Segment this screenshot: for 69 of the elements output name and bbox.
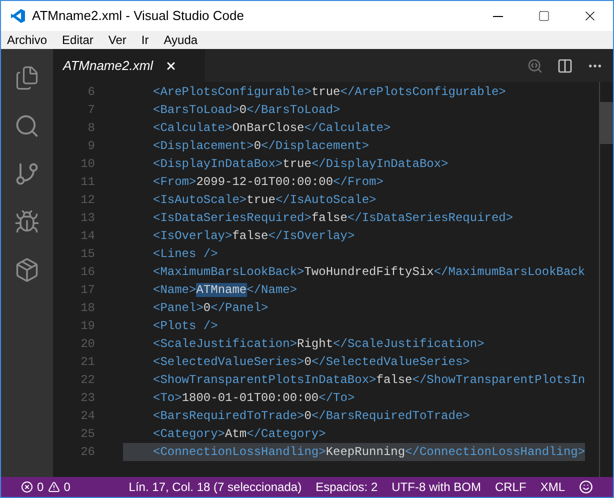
code-line: <ShowTransparentPlotsInDataBox>false</ShowTransparentPlotsIn [152, 372, 586, 389]
line-number: 20 [80, 336, 95, 353]
code-line: <Calculate>OnBarClose</Calculate> [152, 120, 391, 137]
scrollbar[interactable] [599, 82, 613, 477]
line-number: 23 [80, 390, 95, 407]
warning-icon[interactable] [48, 481, 60, 493]
code-line: <To>1800-01-01T00:00:00</To> [152, 390, 355, 407]
line-number: 6 [86, 84, 95, 101]
language-mode[interactable]: XML [540, 478, 565, 496]
code-line: <Panel>0</Panel> [152, 300, 268, 317]
preview-search-icon[interactable] [527, 58, 543, 74]
search-icon[interactable] [14, 113, 40, 139]
code-line: <DisplayInDataBox>true</DisplayInDataBox> [152, 156, 448, 173]
feedback-smiley-icon[interactable] [579, 480, 593, 494]
line-number: 12 [80, 192, 95, 209]
line-number: 19 [80, 318, 95, 335]
line-number: 11 [80, 174, 95, 191]
cursor-position[interactable]: Lín. 17, Col. 18 (7 seleccionada) [128, 478, 302, 496]
maximize-icon [538, 10, 550, 22]
line-number: 14 [80, 228, 95, 245]
code-line: <Plots /> [152, 318, 218, 335]
code-line: <BarsRequiredToTrade>0</BarsRequiredToTrade> [152, 408, 470, 425]
warning-count[interactable]: 0 [64, 478, 70, 496]
error-count[interactable]: 0 [37, 478, 44, 496]
line-number: 13 [80, 210, 95, 227]
error-icon[interactable] [21, 481, 33, 493]
line-number: 18 [80, 300, 95, 317]
editor-tab[interactable]: ATMname2.xml [53, 49, 205, 82]
code-line: <Displacement>0</Displacement> [152, 138, 370, 155]
line-number: 16 [80, 264, 95, 281]
menu-item[interactable]: Editar [59, 31, 96, 49]
line-number: 22 [80, 372, 95, 389]
code-line: <IsDataSeriesRequired>false</IsDataSeriesRequired> [152, 210, 514, 227]
extensions-icon[interactable] [14, 257, 40, 283]
code-line: <From>2099-12-01T00:00:00</From> [152, 174, 384, 191]
code-line: <Lines /> [152, 246, 218, 263]
indentation[interactable]: Espacios: 2 [316, 478, 378, 496]
line-number: 8 [86, 120, 95, 137]
line-number: 10 [80, 156, 95, 173]
code-line: <IsOverlay>false</IsOverlay> [152, 228, 355, 245]
window-title: ATMname2.xml - Visual Studio Code [32, 7, 244, 26]
app-logo-icon [10, 8, 26, 24]
line-number: 25 [80, 426, 95, 443]
close-tab-icon[interactable] [165, 60, 178, 72]
menu-item[interactable]: Archivo [4, 31, 50, 49]
bug-icon[interactable] [14, 209, 40, 235]
line-number: 21 [80, 354, 95, 371]
code-line: <ArePlotsConfigurable>true</ArePlotsConfigurable> [152, 84, 506, 101]
line-number: 26 [80, 444, 95, 461]
line-number: 15 [80, 246, 95, 263]
menu-item[interactable]: Ir [138, 31, 152, 49]
code-line: <Category>Atm</Category> [152, 426, 326, 443]
line-number: 17 [80, 282, 95, 299]
code-line: <SelectedValueSeries>0</SelectedValueSeries> [152, 354, 470, 371]
code-line: <ScaleJustification>Right</ScaleJustification> [152, 336, 484, 353]
code-line: <IsAutoScale>true</IsAutoScale> [152, 192, 376, 209]
code-line: <MaximumBarsLookBack>TwoHundredFiftySix</MaximumBarsLookBack [152, 264, 586, 281]
menu-item[interactable]: Ver [105, 31, 130, 49]
code-line: <BarsToLoad>0</BarsToLoad> [152, 102, 340, 119]
encoding[interactable]: UTF-8 with BOM [392, 478, 481, 496]
line-number: 9 [86, 138, 95, 155]
code-line: <Name>ATMname</Name> [152, 282, 298, 299]
git-branch-icon[interactable] [14, 161, 40, 187]
line-ending[interactable]: CRLF [494, 478, 526, 496]
split-editor-icon[interactable] [557, 58, 573, 74]
menu-item[interactable]: Ayuda [160, 31, 201, 49]
files-icon[interactable] [14, 65, 40, 91]
line-number: 24 [80, 408, 95, 425]
line-number: 7 [86, 102, 95, 119]
